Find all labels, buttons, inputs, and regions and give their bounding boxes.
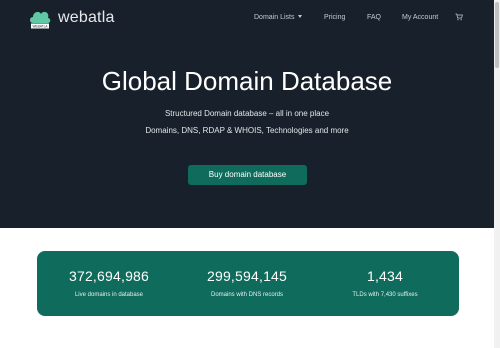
nav-pricing[interactable]: Pricing <box>324 14 345 21</box>
stat-value: 299,594,145 <box>206 268 288 284</box>
stat-label: Domains with DNS records <box>210 292 284 298</box>
nav-domain-lists[interactable]: Domain Lists <box>254 14 303 21</box>
brand-name[interactable]: webatla <box>58 9 115 27</box>
stat-label: TLDs with 7,430 suffixes <box>352 292 418 298</box>
stat-value: 1,434 <box>366 268 404 284</box>
cart-icon[interactable] <box>455 13 463 21</box>
buy-database-button[interactable]: Buy domain database <box>188 165 307 185</box>
cloud-logo-icon[interactable]: WEBATLA <box>28 8 52 30</box>
scrollbar-thumb[interactable] <box>495 2 499 68</box>
page-title: Global Domain Database <box>101 66 393 96</box>
nav-my-account[interactable]: My Account <box>402 14 438 21</box>
hero-subtitle: Structured Domain database – all in one … <box>164 109 330 118</box>
hero-section: WEBATLA webatla Domain Lists Pricing FAQ… <box>0 0 494 228</box>
stats-panel: 372,694,986 Live domains in database 299… <box>37 251 459 316</box>
nav-domain-lists-label: Domain Lists <box>254 14 295 21</box>
stat-label: Live domains in database <box>74 292 144 298</box>
chevron-down-icon <box>298 15 303 18</box>
nav-faq[interactable]: FAQ <box>367 14 381 21</box>
logo-caption: WEBATLA <box>33 25 49 29</box>
stat-value: 372,694,986 <box>68 268 150 284</box>
hero-subtitle-features: Domains, DNS, RDAP & WHOIS, Technologies… <box>145 126 349 135</box>
